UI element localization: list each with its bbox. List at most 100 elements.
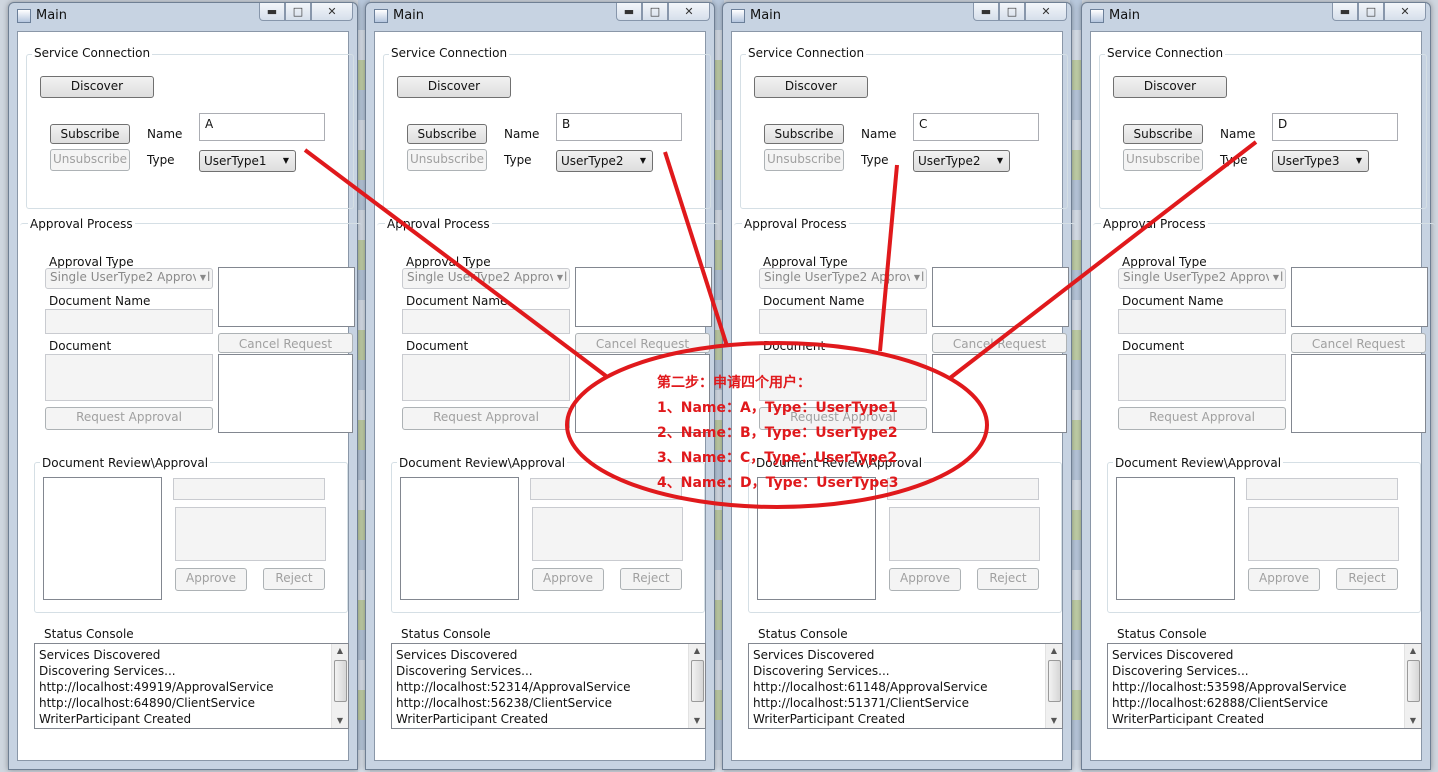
discover-button[interactable]: Discover [1113, 76, 1227, 98]
type-select[interactable]: UserType3 ▼ [1272, 150, 1369, 172]
request-approval-button[interactable]: Request Approval [1118, 407, 1286, 430]
status-console[interactable]: Services Discovered Discovering Services… [748, 643, 1063, 729]
scroll-thumb[interactable] [1048, 660, 1061, 702]
review-documents-list[interactable] [43, 477, 162, 600]
request-approval-button[interactable]: Request Approval [402, 407, 570, 430]
console-scrollbar[interactable]: ▲ ▼ [1404, 644, 1421, 728]
review-document-content [1248, 507, 1399, 561]
approval-type-select[interactable]: Single UserType2 Approval ▼ [402, 268, 570, 289]
scroll-down-icon[interactable]: ▼ [689, 714, 705, 728]
close-icon[interactable]: ✕ [1025, 3, 1067, 21]
review-documents-list[interactable] [400, 477, 519, 600]
approval-type-select[interactable]: Single UserType2 Approval ▼ [1118, 268, 1286, 289]
console-scrollbar[interactable]: ▲ ▼ [331, 644, 348, 728]
service-connection-title: Service Connection [1105, 46, 1226, 60]
approve-button[interactable]: Approve [889, 568, 961, 591]
subscribe-button[interactable]: Subscribe [764, 124, 844, 144]
approvers-list[interactable] [218, 267, 355, 327]
close-icon[interactable]: ✕ [311, 3, 353, 21]
document-name-input[interactable] [45, 309, 213, 334]
reject-button[interactable]: Reject [620, 568, 682, 590]
unsubscribe-button[interactable]: Unsubscribe [407, 149, 487, 171]
scroll-up-icon[interactable]: ▲ [332, 644, 348, 658]
name-input[interactable]: A [199, 113, 325, 141]
title-bar[interactable]: Main ▬ □ ✕ [723, 3, 1071, 30]
approvers-list[interactable] [575, 267, 712, 327]
unsubscribe-button[interactable]: Unsubscribe [764, 149, 844, 171]
minimize-icon[interactable]: ▬ [616, 3, 642, 21]
scroll-up-icon[interactable]: ▲ [689, 644, 705, 658]
console-scrollbar[interactable]: ▲ ▼ [688, 644, 705, 728]
approve-button[interactable]: Approve [1248, 568, 1320, 591]
type-select[interactable]: UserType2 ▼ [913, 150, 1010, 172]
scroll-thumb[interactable] [334, 660, 347, 702]
status-console[interactable]: Services Discovered Discovering Services… [391, 643, 706, 729]
title-bar[interactable]: Main ▬ □ ✕ [1082, 3, 1430, 30]
title-bar[interactable]: Main ▬ □ ✕ [9, 3, 357, 30]
document-input[interactable] [45, 354, 213, 401]
document-name-input[interactable] [759, 309, 927, 334]
minimize-icon[interactable]: ▬ [259, 3, 285, 21]
status-console[interactable]: Services Discovered Discovering Services… [1107, 643, 1422, 729]
approvers-list[interactable] [1291, 267, 1428, 327]
approval-type-select[interactable]: Single UserType2 Approval ▼ [759, 268, 927, 289]
reject-button[interactable]: Reject [977, 568, 1039, 590]
cancel-request-button[interactable]: Cancel Request [1291, 333, 1426, 353]
minimize-icon[interactable]: ▬ [973, 3, 999, 21]
maximize-icon[interactable]: □ [285, 3, 311, 21]
type-select[interactable]: UserType1 ▼ [199, 150, 296, 172]
discover-button[interactable]: Discover [397, 76, 511, 98]
scroll-thumb[interactable] [691, 660, 704, 702]
maximize-icon[interactable]: □ [999, 3, 1025, 21]
cancel-request-button[interactable]: Cancel Request [932, 333, 1067, 353]
app-icon [731, 9, 745, 23]
window-controls: ▬ □ ✕ [616, 3, 710, 22]
approval-type-value: Single UserType2 Approval [50, 270, 211, 284]
scroll-thumb[interactable] [1407, 660, 1420, 702]
type-select[interactable]: UserType2 ▼ [556, 150, 653, 172]
name-input[interactable]: B [556, 113, 682, 141]
approve-button[interactable]: Approve [175, 568, 247, 591]
cancel-request-button[interactable]: Cancel Request [218, 333, 353, 353]
approve-button[interactable]: Approve [532, 568, 604, 591]
document-name-input[interactable] [402, 309, 570, 334]
title-bar[interactable]: Main ▬ □ ✕ [366, 3, 714, 30]
scroll-down-icon[interactable]: ▼ [1405, 714, 1421, 728]
reject-button[interactable]: Reject [263, 568, 325, 590]
approval-type-select[interactable]: Single UserType2 Approval ▼ [45, 268, 213, 289]
request-approval-button[interactable]: Request Approval [45, 407, 213, 430]
requests-list[interactable] [932, 354, 1067, 433]
document-name-input[interactable] [1118, 309, 1286, 334]
unsubscribe-button[interactable]: Unsubscribe [1123, 149, 1203, 171]
close-icon[interactable]: ✕ [668, 3, 710, 21]
scroll-down-icon[interactable]: ▼ [1046, 714, 1062, 728]
name-input[interactable]: C [913, 113, 1039, 141]
approval-type-value: Single UserType2 Approval [407, 270, 568, 284]
maximize-icon[interactable]: □ [1358, 3, 1384, 21]
document-input[interactable] [402, 354, 570, 401]
scroll-up-icon[interactable]: ▲ [1046, 644, 1062, 658]
document-input[interactable] [1118, 354, 1286, 401]
subscribe-button[interactable]: Subscribe [407, 124, 487, 144]
console-line: http://localhost:49919/ApprovalService [39, 680, 274, 694]
minimize-icon[interactable]: ▬ [1332, 3, 1358, 21]
subscribe-button[interactable]: Subscribe [50, 124, 130, 144]
scroll-up-icon[interactable]: ▲ [1405, 644, 1421, 658]
requests-list[interactable] [1291, 354, 1426, 433]
discover-button[interactable]: Discover [40, 76, 154, 98]
console-scrollbar[interactable]: ▲ ▼ [1045, 644, 1062, 728]
close-icon[interactable]: ✕ [1384, 3, 1426, 21]
unsubscribe-button[interactable]: Unsubscribe [50, 149, 130, 171]
cancel-request-button[interactable]: Cancel Request [575, 333, 710, 353]
review-documents-list[interactable] [1116, 477, 1235, 600]
maximize-icon[interactable]: □ [642, 3, 668, 21]
scroll-down-icon[interactable]: ▼ [332, 714, 348, 728]
subscribe-button[interactable]: Subscribe [1123, 124, 1203, 144]
approval-process-title: Approval Process [1101, 217, 1208, 231]
status-console[interactable]: Services Discovered Discovering Services… [34, 643, 349, 729]
reject-button[interactable]: Reject [1336, 568, 1398, 590]
requests-list[interactable] [218, 354, 353, 433]
discover-button[interactable]: Discover [754, 76, 868, 98]
name-input[interactable]: D [1272, 113, 1398, 141]
approvers-list[interactable] [932, 267, 1069, 327]
